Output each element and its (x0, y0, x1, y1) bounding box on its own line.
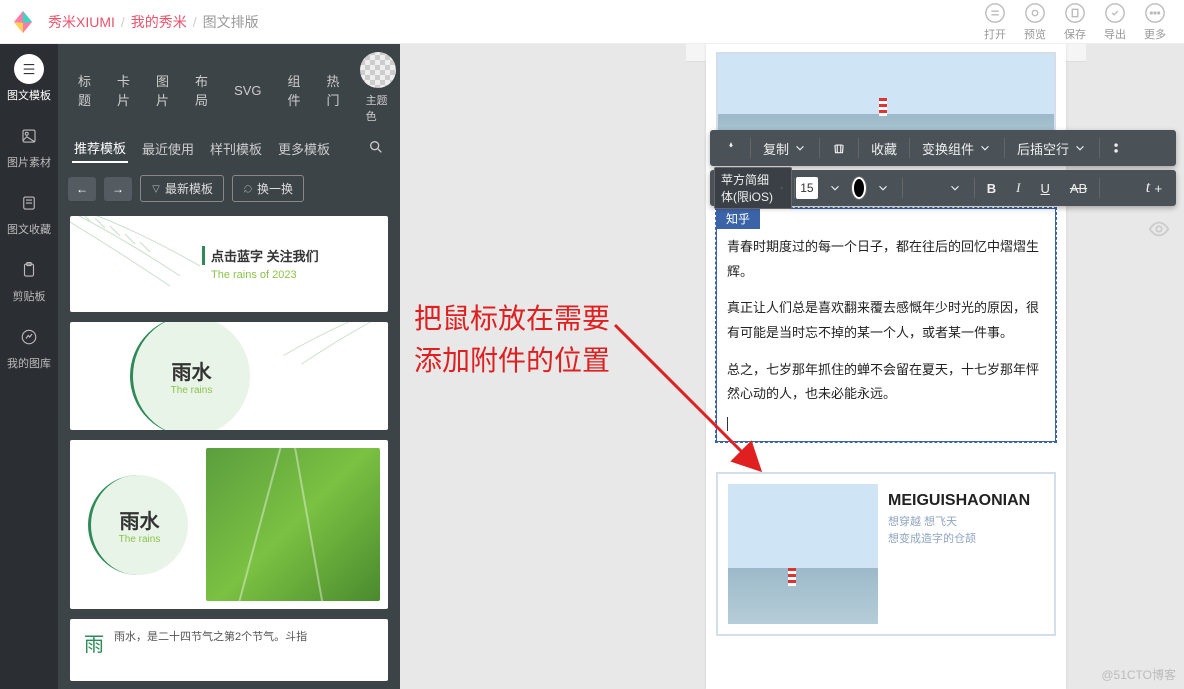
collect-button[interactable]: 收藏 (861, 135, 907, 162)
template-card[interactable]: 点击蓝字 关注我们The rains of 2023 (70, 216, 388, 312)
text-style-icon[interactable]: t+ (1136, 175, 1172, 201)
insert-blank-button[interactable]: 后插空行 (1007, 135, 1097, 162)
prev-button[interactable]: ← (68, 177, 96, 201)
underline-button[interactable]: U (1030, 177, 1059, 200)
rail-assets[interactable]: 图片素材 (0, 117, 58, 174)
clear-format-icon[interactable] (1102, 177, 1136, 199)
align-dropdown[interactable] (938, 177, 972, 199)
open-button[interactable]: 打开 (984, 2, 1006, 42)
block-sub: 想变成造字的仓颉 (888, 531, 1044, 548)
card-title: 雨水 (120, 505, 160, 534)
font-size-input[interactable]: 15 (796, 177, 817, 199)
section-label: 知乎 (716, 208, 760, 229)
sea-image (728, 484, 878, 624)
tab-card[interactable]: 卡片 (111, 67, 136, 113)
copy-button[interactable]: 复制 (753, 135, 817, 162)
search-icon[interactable] (366, 135, 386, 162)
card-sub: The rains (171, 385, 213, 396)
logo (8, 7, 38, 37)
shuffle-button[interactable]: 换一换 (232, 175, 304, 202)
rail-clipboard[interactable]: 剪贴板 (0, 251, 58, 308)
latest-button[interactable]: 最新模板 (140, 175, 224, 202)
bold-button[interactable]: B (977, 177, 1006, 200)
watermark: @51CTO博客 (1101, 666, 1176, 683)
subtab-sample[interactable]: 样刊模板 (208, 135, 264, 162)
grass-image (206, 448, 380, 601)
block-title: MEIGUISHAONIAN (888, 492, 1044, 510)
more-button[interactable]: 更多 (1144, 2, 1166, 42)
tab-image[interactable]: 图片 (150, 67, 175, 113)
size-dropdown[interactable] (818, 177, 852, 199)
rail-templates[interactable]: 图文模板 (0, 50, 58, 107)
export-button[interactable]: 导出 (1104, 2, 1126, 42)
font-select[interactable]: 苹方简细体(限iOS) (714, 167, 792, 209)
card-sub: The rains (119, 534, 161, 545)
tab-title[interactable]: 标题 (72, 67, 97, 113)
scissors-icon[interactable] (1102, 137, 1136, 159)
block-sub: 想穿越 想飞天 (888, 514, 1044, 531)
tab-component[interactable]: 组件 (282, 67, 307, 113)
eye-icon[interactable] (1148, 218, 1170, 245)
selection-toolbar: 复制 收藏 变换组件 后插空行 (710, 130, 1176, 166)
theme-color-button[interactable]: 主题色 (360, 52, 396, 128)
delete-icon[interactable] (822, 137, 856, 159)
template-card[interactable]: 雨水The rains (70, 440, 388, 609)
save-button[interactable]: 保存 (1064, 2, 1086, 42)
template-card[interactable]: 雨水The rains (70, 322, 388, 430)
breadcrumb: 秀米XIUMI / 我的秀米 / 图文排版 (48, 12, 259, 32)
tab-svg[interactable]: SVG (228, 79, 267, 102)
crumb-brand[interactable]: 秀米XIUMI (48, 12, 115, 32)
annotation-text: 把鼠标放在需要 添加附件的位置 (414, 298, 610, 382)
color-picker[interactable] (852, 177, 866, 199)
next-button[interactable]: → (104, 177, 132, 201)
card-text: 雨水，是二十四节气之第2个节气。斗指 (114, 629, 307, 647)
align-icon[interactable] (904, 177, 938, 199)
tab-hot[interactable]: 热门 (321, 67, 346, 113)
crumb-mine[interactable]: 我的秀米 (131, 12, 187, 32)
pin-icon[interactable] (714, 137, 748, 159)
rail-collect[interactable]: 图文收藏 (0, 184, 58, 241)
rail-mylib[interactable]: 我的图库 (0, 318, 58, 375)
card-title: 雨 (84, 629, 104, 661)
crumb-current: 图文排版 (203, 12, 259, 32)
paragraph[interactable]: 青春时期度过的每一个日子，都在往后的回忆中熠熠生辉。 (717, 229, 1055, 290)
convert-button[interactable]: 变换组件 (912, 135, 1002, 162)
subtab-recommend[interactable]: 推荐模板 (72, 134, 128, 163)
subtab-recent[interactable]: 最近使用 (140, 135, 196, 162)
color-dropdown[interactable] (866, 177, 900, 199)
card-title: 雨水 (172, 356, 212, 385)
preview-button[interactable]: 预览 (1024, 2, 1046, 42)
text-toolbar: 苹方简细体(限iOS) 15 B I U AB t+ (710, 170, 1176, 206)
strike-button[interactable]: AB (1060, 177, 1097, 200)
italic-button[interactable]: I (1006, 176, 1030, 200)
subtab-more[interactable]: 更多模板 (276, 135, 332, 162)
tab-layout[interactable]: 布局 (189, 67, 214, 113)
template-card[interactable]: 雨 雨水，是二十四节气之第2个节气。斗指 (70, 619, 388, 681)
arrow-annotation (610, 320, 790, 490)
